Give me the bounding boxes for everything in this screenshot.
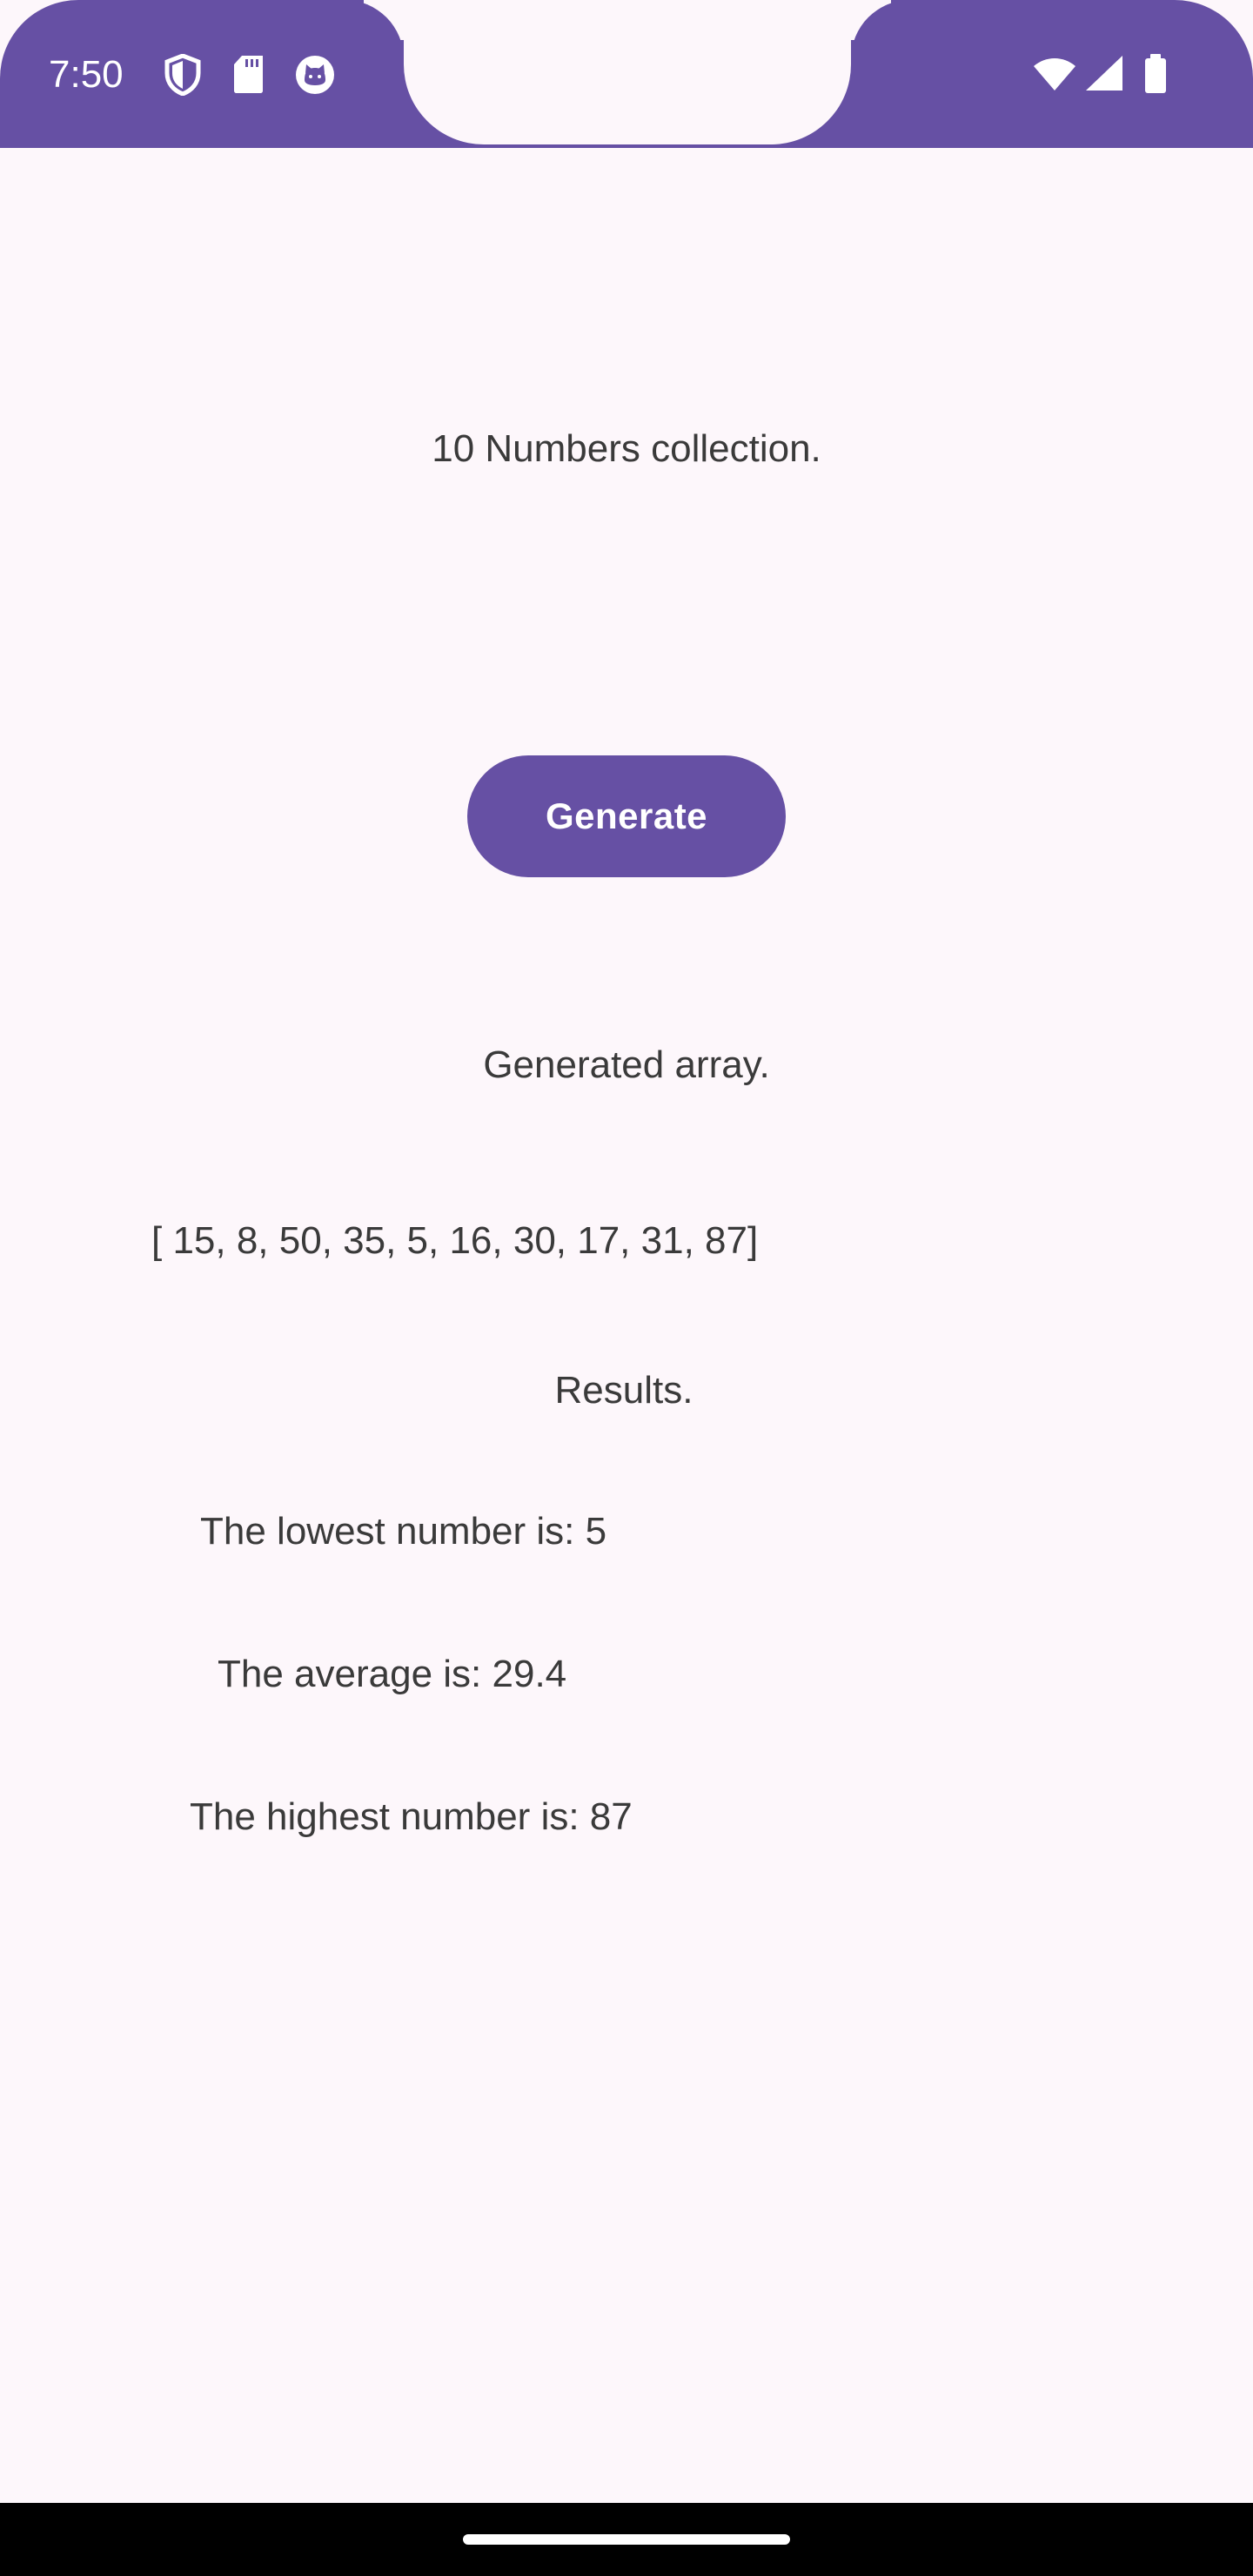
generate-button[interactable]: Generate — [467, 755, 786, 877]
display-notch — [404, 0, 851, 144]
cat-icon — [294, 54, 336, 100]
lowest-number-result: The lowest number is: 5 — [200, 1510, 607, 1553]
battery-icon — [1143, 54, 1168, 98]
generated-array-heading: Generated array. — [483, 1043, 770, 1086]
sdcard-icon — [231, 54, 266, 98]
shield-icon — [164, 53, 202, 100]
signal-icon — [1084, 54, 1124, 97]
results-heading: Results. — [554, 1369, 694, 1412]
status-time: 7:50 — [49, 53, 124, 96]
home-gesture-handle[interactable] — [463, 2534, 790, 2545]
wifi-icon — [1032, 54, 1077, 97]
page-title: 10 Numbers collection. — [432, 427, 821, 470]
generated-array-value: [ 15, 8, 50, 35, 5, 16, 30, 17, 31, 87] — [151, 1219, 759, 1262]
app-screen: 7:50 10 Numbers collection. Generate Gen… — [0, 0, 1253, 2576]
highest-number-result: The highest number is: 87 — [190, 1795, 633, 1838]
average-result: The average is: 29.4 — [218, 1653, 567, 1695]
